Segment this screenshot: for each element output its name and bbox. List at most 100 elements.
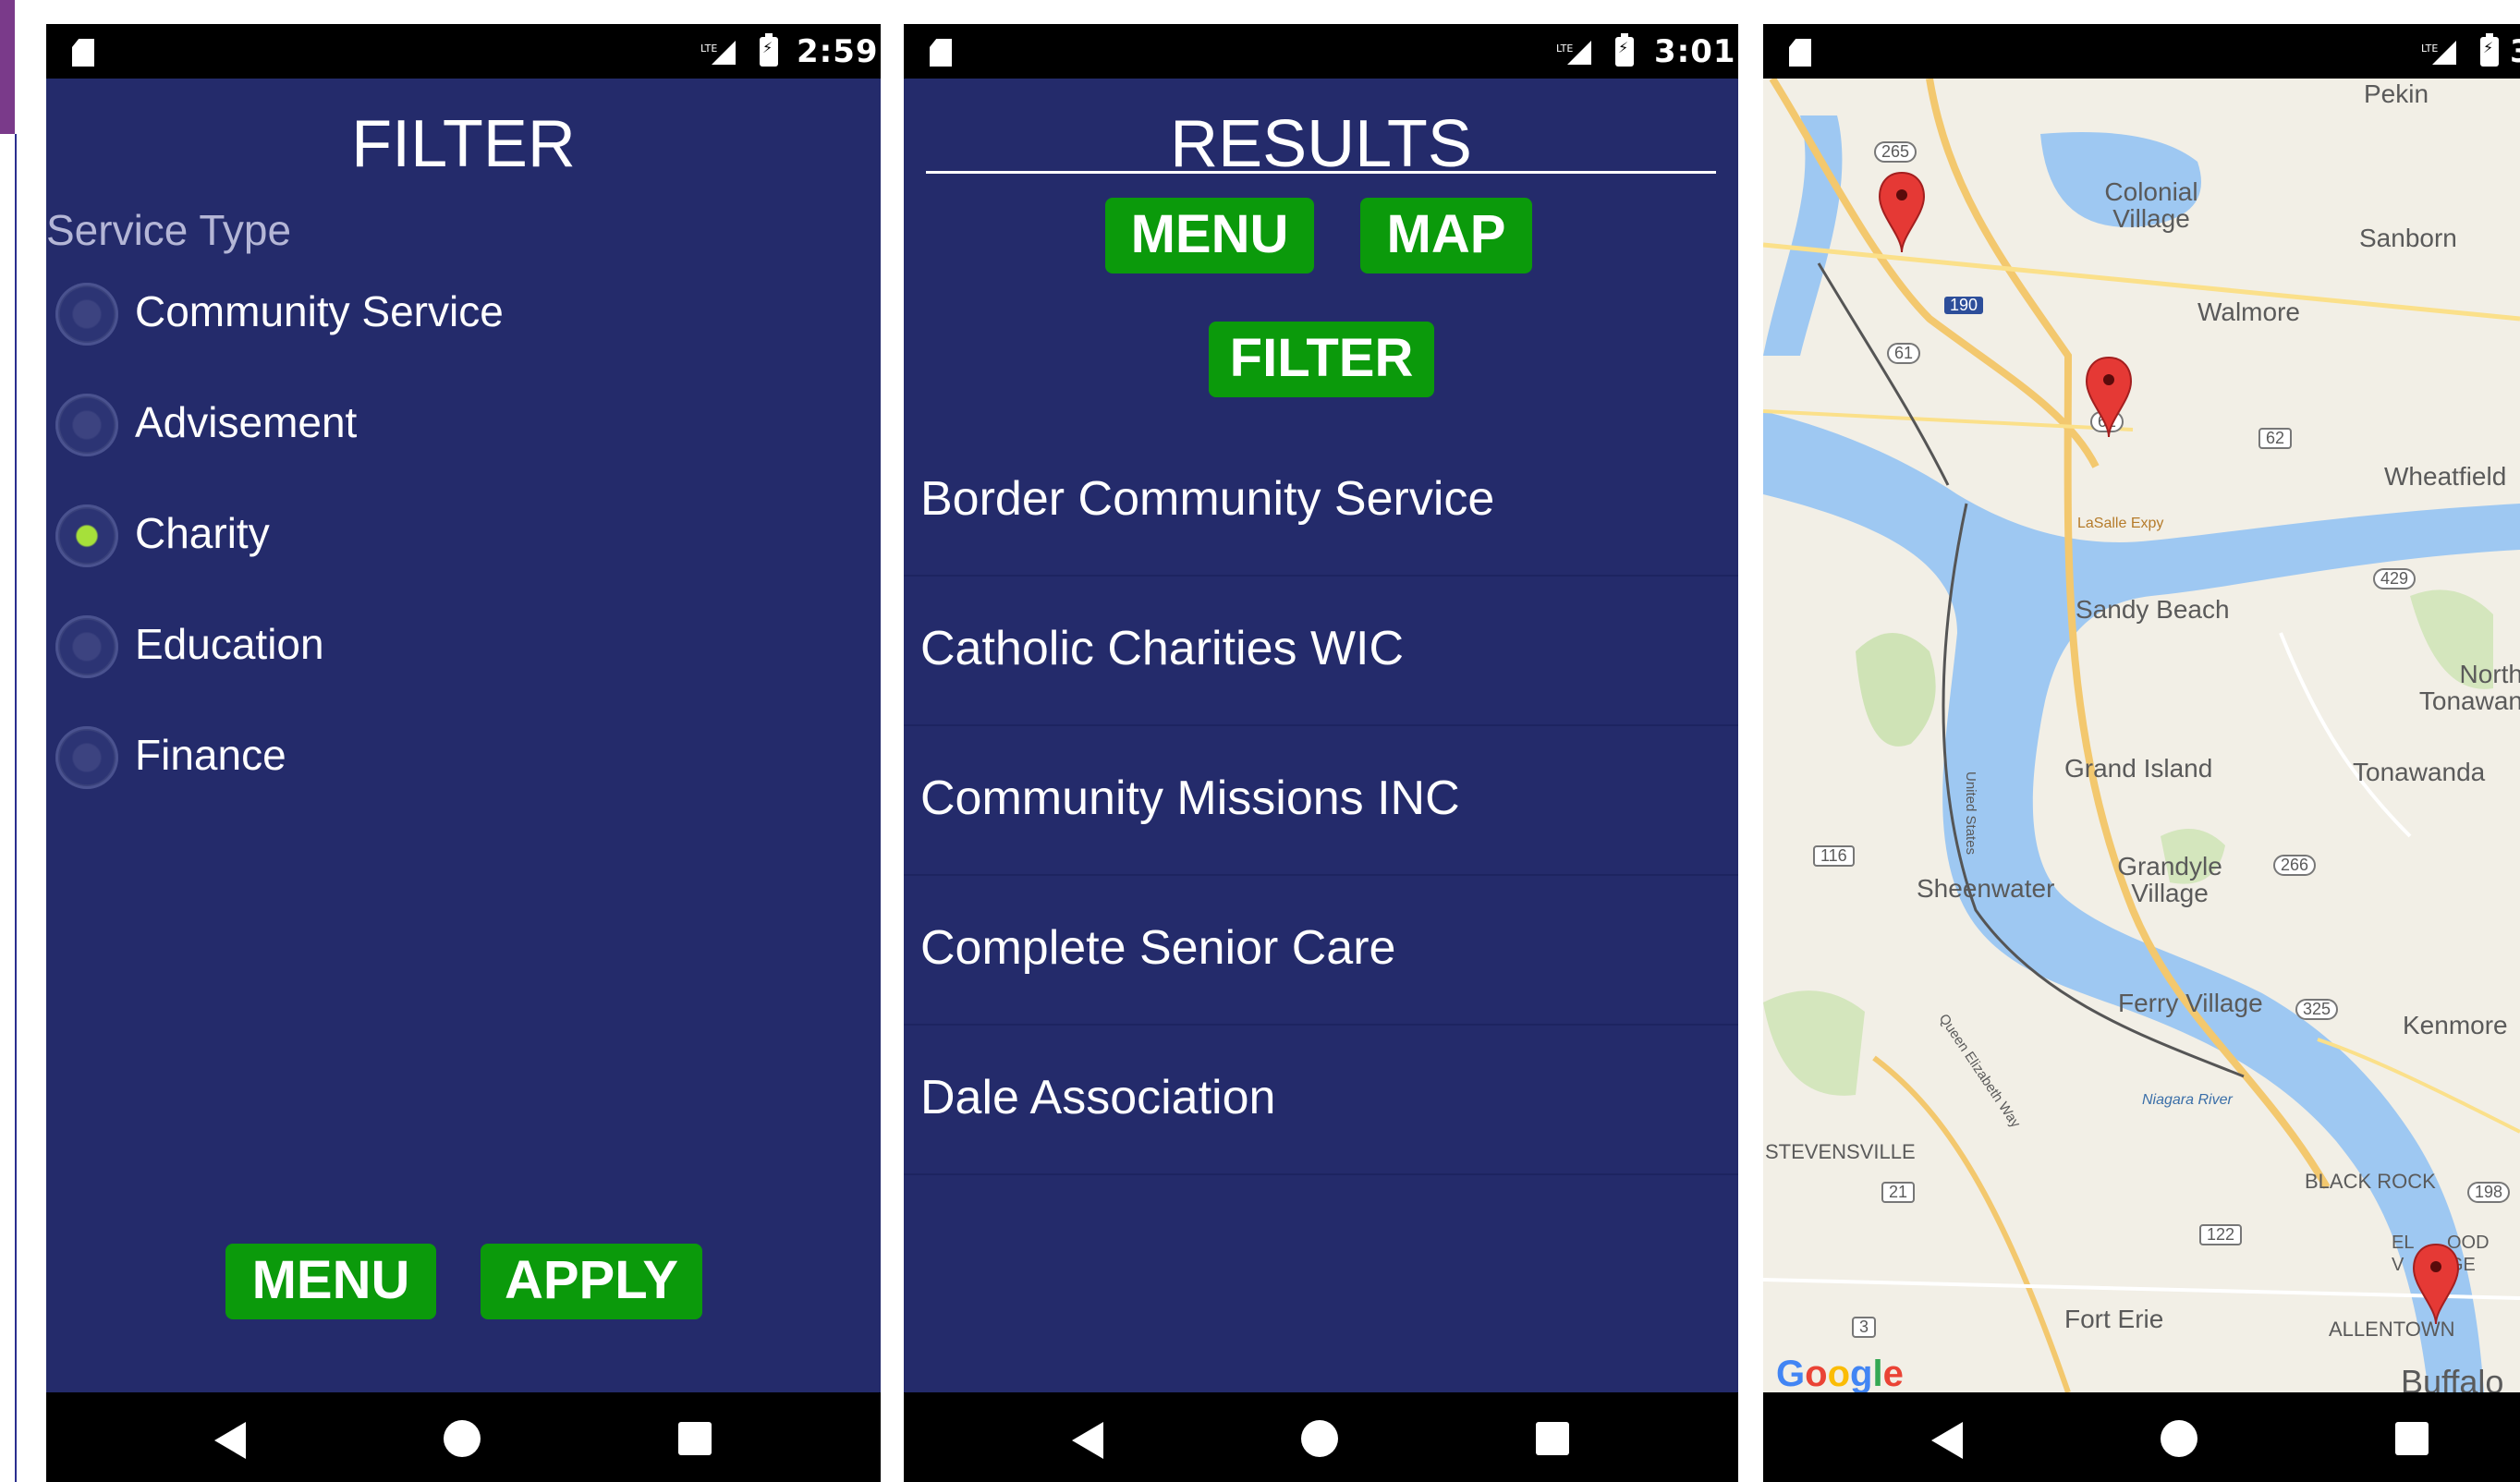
result-name[interactable]: Dale Association	[920, 1070, 1275, 1125]
map-label-united-states: United States	[1963, 771, 1978, 856]
radio-label[interactable]: Education	[135, 619, 324, 669]
radio-label[interactable]: Finance	[135, 730, 286, 780]
shield-icon: 116	[1813, 845, 1855, 867]
results-screen: LTE 3:01 RESULTS MENU MAP FILTER Border …	[904, 24, 1738, 1482]
list-item[interactable]: Complete Senior Care	[904, 876, 1738, 1026]
radio-charity[interactable]: Charity	[52, 499, 699, 573]
radio-education[interactable]: Education	[52, 610, 699, 684]
map-label-sanborn: Sanborn	[2359, 224, 2457, 252]
radio-label[interactable]: Community Service	[135, 286, 504, 336]
map-button[interactable]: MAP	[1360, 198, 1532, 273]
map-label-walmore: Walmore	[2197, 298, 2300, 326]
list-item[interactable]: Border Community Service	[904, 427, 1738, 577]
title-divider	[926, 171, 1716, 174]
shield-icon: 429	[2373, 568, 2417, 589]
map-label-elmwood-c: V	[2392, 1255, 2404, 1275]
lte-signal-icon: LTE	[2421, 41, 2456, 65]
map-pin-icon[interactable]	[2085, 356, 2133, 439]
radio-advisement[interactable]: Advisement	[52, 388, 699, 462]
map-label-tonawanda: Tonawanda	[2353, 758, 2486, 786]
radio-label[interactable]: Charity	[135, 508, 270, 558]
shield-icon: 190	[1944, 297, 1984, 314]
apply-button[interactable]: APPLY	[481, 1244, 702, 1319]
map-label-fort-erie: Fort Erie	[2064, 1305, 2164, 1333]
map-label-elmwood-a: EL	[2392, 1233, 2415, 1253]
map-canvas[interactable]	[1763, 79, 2520, 1392]
corner-accent	[0, 0, 15, 134]
sd-card-icon	[72, 39, 94, 67]
home-icon[interactable]	[2161, 1420, 2197, 1457]
lte-signal-icon: LTE	[1556, 41, 1591, 65]
filter-screen: LTE 2:59 FILTER Service Type Community S…	[46, 24, 881, 1482]
recent-apps-icon[interactable]	[2395, 1422, 2429, 1455]
status-time: 3:01	[1654, 33, 1736, 70]
map-label-sandy-beach: Sandy Beach	[2076, 595, 2230, 624]
lte-signal-icon: LTE	[700, 41, 736, 65]
result-name[interactable]: Border Community Service	[920, 471, 1494, 527]
map-label-pekin: Pekin	[2364, 79, 2429, 108]
status-time: 3	[2510, 33, 2520, 70]
sd-card-icon	[930, 39, 952, 67]
svg-text:LTE: LTE	[700, 43, 717, 55]
radio-button-icon[interactable]	[55, 394, 118, 456]
shield-icon: 21	[1881, 1182, 1916, 1203]
shield-icon: 266	[2273, 855, 2317, 876]
result-name[interactable]: Catholic Charities WIC	[920, 621, 1404, 676]
left-rule	[15, 134, 17, 1482]
radio-button-icon[interactable]	[55, 615, 118, 678]
map-label-grand-island: Grand Island	[2064, 754, 2213, 783]
radio-button-icon[interactable]	[55, 726, 118, 789]
radio-label[interactable]: Advisement	[135, 397, 357, 447]
back-icon[interactable]	[214, 1422, 246, 1459]
map-label-north-tonawanda: North Tonawan	[2418, 660, 2520, 716]
radio-finance[interactable]: Finance	[52, 721, 699, 795]
map-label-buffalo: Buffalo	[2401, 1363, 2504, 1392]
map-screen: LTE 3 Pekin C	[1763, 24, 2520, 1482]
map-label-wheatfield: Wheatfield	[2384, 462, 2507, 491]
map-label-ferry-village: Ferry Village	[2118, 989, 2263, 1017]
status-bar: LTE 3	[1763, 24, 2520, 79]
recent-apps-icon[interactable]	[678, 1422, 712, 1455]
status-bar: LTE 3:01	[904, 24, 1738, 79]
map-label-sheenwater: Sheenwater	[1917, 874, 2055, 903]
shield-icon: 265	[1874, 141, 1917, 163]
map-label-niagara-river: Niagara River	[2142, 1092, 2233, 1108]
filter-button[interactable]: FILTER	[1209, 322, 1434, 397]
menu-button[interactable]: MENU	[225, 1244, 436, 1319]
menu-button[interactable]: MENU	[1105, 198, 1314, 273]
back-icon[interactable]	[1931, 1422, 1963, 1459]
radio-button-selected-icon[interactable]	[55, 504, 118, 567]
sd-card-icon	[1789, 39, 1811, 67]
page-title: RESULTS	[1170, 107, 1472, 181]
map-pin-icon[interactable]	[1878, 171, 1926, 254]
map-label-grandyle-village: Grandyle Village	[2117, 852, 2222, 908]
recent-apps-icon[interactable]	[1536, 1422, 1569, 1455]
result-name[interactable]: Complete Senior Care	[920, 920, 1395, 976]
home-icon[interactable]	[1301, 1420, 1338, 1457]
svg-text:LTE: LTE	[2421, 43, 2438, 55]
list-item[interactable]: Dale Association	[904, 1026, 1738, 1175]
list-item[interactable]: Community Missions INC	[904, 726, 1738, 876]
back-icon[interactable]	[1072, 1422, 1103, 1459]
result-name[interactable]: Community Missions INC	[920, 771, 1460, 826]
radio-button-icon[interactable]	[55, 283, 118, 346]
shield-icon: 198	[2467, 1182, 2511, 1203]
google-logo: Google	[1776, 1354, 1904, 1392]
map-label-stevensville: STEVENSVILLE	[1765, 1140, 1916, 1163]
service-type-label: Service Type	[46, 206, 292, 254]
battery-icon	[760, 33, 778, 67]
nav-bar	[904, 1392, 1738, 1482]
nav-bar	[1763, 1392, 2520, 1482]
status-bar: LTE 2:59	[46, 24, 881, 79]
status-time: 2:59	[797, 33, 879, 70]
nav-bar	[46, 1392, 881, 1482]
radio-community-service[interactable]: Community Service	[52, 277, 699, 351]
map-view[interactable]: Pekin Colonial Village Sanborn Walmore W…	[1763, 79, 2520, 1392]
shield-icon: 325	[2295, 999, 2339, 1020]
map-pin-icon[interactable]	[2412, 1243, 2460, 1326]
shield-icon: 61	[1887, 343, 1921, 364]
map-label-colonial-village: Colonial Village	[2104, 177, 2198, 234]
svg-text:LTE: LTE	[1556, 43, 1573, 55]
list-item[interactable]: Catholic Charities WIC	[904, 577, 1738, 726]
home-icon[interactable]	[444, 1420, 481, 1457]
